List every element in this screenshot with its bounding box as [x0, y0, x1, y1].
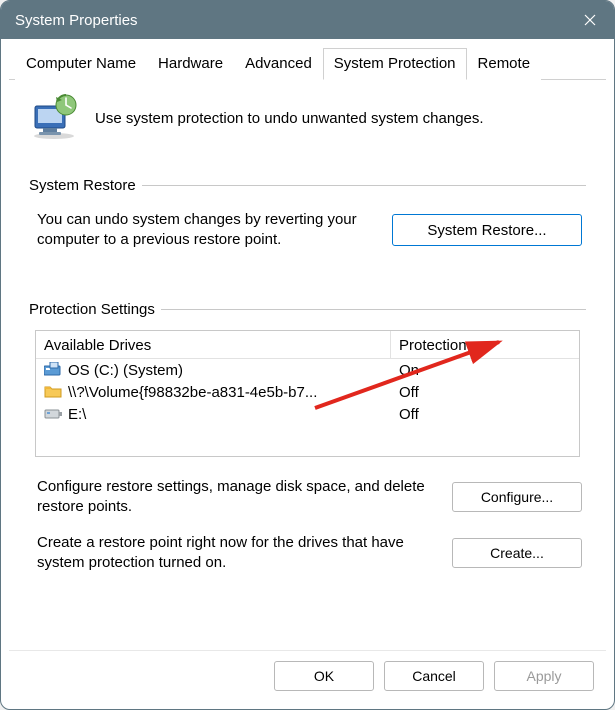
drive-name: OS (C:) (System)	[68, 362, 183, 379]
cancel-button[interactable]: Cancel	[384, 661, 484, 691]
drives-table: Available Drives Protection OS (C:) (Sys…	[35, 330, 580, 457]
system-restore-desc: You can undo system changes by reverting…	[37, 210, 378, 251]
tab-panel-system-protection: Use system protection to undo unwanted s…	[9, 80, 606, 650]
apply-button[interactable]: Apply	[494, 661, 594, 691]
table-row[interactable]: \\?\Volume{f98832be-a831-4e5b-b7... Off	[36, 382, 579, 404]
create-button[interactable]: Create...	[452, 538, 582, 568]
group-system-restore: System Restore You can undo system chang…	[29, 177, 586, 255]
tab-advanced[interactable]: Advanced	[234, 48, 323, 80]
tab-strip: Computer Name Hardware Advanced System P…	[9, 47, 606, 80]
tab-system-protection[interactable]: System Protection	[323, 48, 467, 80]
configure-button[interactable]: Configure...	[452, 482, 582, 512]
ok-button[interactable]: OK	[274, 661, 374, 691]
close-button[interactable]	[566, 1, 614, 39]
system-protection-icon	[29, 94, 83, 143]
drive-usb-icon	[44, 406, 62, 424]
dialog-body: Computer Name Hardware Advanced System P…	[1, 39, 614, 709]
drive-os-icon	[44, 362, 62, 380]
tab-computer-name[interactable]: Computer Name	[15, 48, 147, 80]
drives-header: Available Drives Protection	[36, 331, 579, 360]
tab-hardware[interactable]: Hardware	[147, 48, 234, 80]
drive-protection: On	[391, 361, 579, 381]
system-properties-window: System Properties Computer Name Hardware…	[0, 0, 615, 710]
dialog-button-row: OK Cancel Apply	[9, 650, 606, 705]
group-protection-settings: Protection Settings Available Drives Pro…	[29, 301, 586, 578]
divider	[161, 309, 586, 310]
tab-remote[interactable]: Remote	[467, 48, 542, 80]
col-header-drives[interactable]: Available Drives	[36, 331, 391, 359]
group-label-system-restore: System Restore	[29, 177, 136, 194]
folder-icon	[44, 384, 62, 402]
drive-name: E:\	[68, 406, 86, 423]
drive-protection: Off	[391, 383, 579, 403]
table-row[interactable]: OS (C:) (System) On	[36, 360, 579, 382]
configure-desc: Configure restore settings, manage disk …	[37, 477, 438, 518]
close-icon	[584, 14, 596, 26]
titlebar: System Properties	[1, 1, 614, 39]
table-row[interactable]: E:\ Off	[36, 404, 579, 426]
group-label-protection-settings: Protection Settings	[29, 301, 155, 318]
intro-row: Use system protection to undo unwanted s…	[29, 94, 586, 143]
drive-name: \\?\Volume{f98832be-a831-4e5b-b7...	[68, 384, 317, 401]
system-restore-button[interactable]: System Restore...	[392, 214, 582, 246]
window-title: System Properties	[15, 12, 566, 29]
drive-protection: Off	[391, 405, 579, 425]
divider	[142, 185, 586, 186]
col-header-protection[interactable]: Protection	[391, 331, 579, 359]
intro-text: Use system protection to undo unwanted s…	[95, 110, 586, 127]
create-desc: Create a restore point right now for the…	[37, 533, 438, 574]
